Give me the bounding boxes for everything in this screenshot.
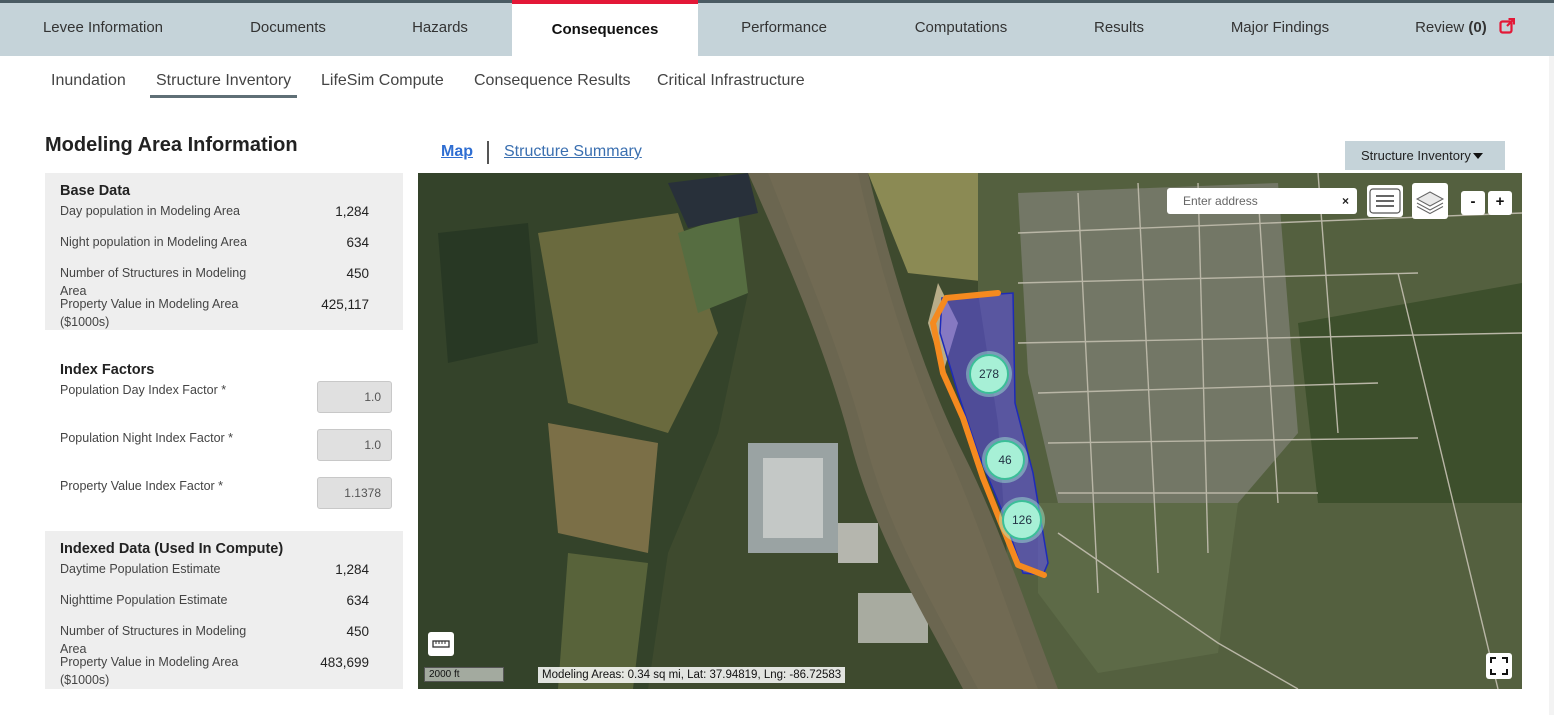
page-scrollbar[interactable]: [1549, 56, 1554, 715]
tab-performance[interactable]: Performance: [722, 3, 846, 56]
fullscreen-button[interactable]: [1486, 653, 1512, 679]
basemap-layers-button[interactable]: [1412, 183, 1448, 219]
indexed-structures-value: 450: [346, 624, 369, 639]
review-count: (0): [1468, 19, 1487, 36]
zoom-out-button[interactable]: -: [1461, 191, 1485, 215]
layer-dropdown-label: Structure Inventory: [1361, 148, 1471, 163]
coordinate-readout: Modeling Areas: 0.34 sq mi, Lat: 37.9481…: [538, 667, 846, 683]
tab-computations[interactable]: Computations: [895, 3, 1027, 56]
map-tab[interactable]: Map: [441, 143, 473, 161]
base-night-population-label: Night population in Modeling Area: [60, 235, 247, 249]
indexed-data-card: Indexed Data (Used In Compute) Daytime P…: [45, 531, 403, 689]
index-factors-card: Index Factors Population Day Index Facto…: [45, 352, 403, 522]
day-index-factor-label: Population Day Index Factor *: [60, 383, 227, 397]
clear-address-icon[interactable]: ×: [1342, 188, 1349, 214]
base-property-value-label: Property Value in Modeling Area ($1000s): [60, 297, 239, 329]
tab-review[interactable]: Review (0): [1400, 3, 1530, 56]
property-index-factor-label: Property Value Index Factor *: [60, 479, 224, 493]
base-day-population-label: Day population in Modeling Area: [60, 204, 240, 218]
tab-divider: [487, 141, 489, 164]
structure-cluster-marker[interactable]: 126: [1002, 500, 1042, 540]
indexed-night-population-value: 634: [346, 593, 369, 608]
day-index-factor-input[interactable]: 1.0: [317, 381, 392, 413]
indexed-property-value-label: Property Value in Modeling Area ($1000s): [60, 655, 239, 687]
satellite-imagery: [418, 173, 1522, 689]
ruler-icon: [432, 640, 450, 648]
tab-documents[interactable]: Documents: [218, 3, 358, 56]
review-label: Review: [1415, 19, 1465, 36]
layers-icon: [1415, 191, 1445, 215]
base-data-card: Base Data Day population in Modeling Are…: [45, 173, 403, 330]
base-structures-value: 450: [346, 266, 369, 281]
night-index-factor-input[interactable]: 1.0: [317, 429, 392, 461]
tab-results[interactable]: Results: [1080, 3, 1158, 56]
map-view[interactable]: Enter address × - + 278 46 126 2000 ft M…: [418, 173, 1522, 689]
structure-summary-tab[interactable]: Structure Summary: [504, 143, 642, 161]
night-index-factor-label: Population Night Index Factor *: [60, 431, 234, 445]
list-icon: [1369, 188, 1401, 214]
property-index-factor-input[interactable]: 1.1378: [317, 477, 392, 509]
indexed-data-title: Indexed Data (Used In Compute): [60, 541, 284, 557]
layer-dropdown[interactable]: Structure Inventory: [1345, 141, 1505, 170]
indexed-night-population-label: Nighttime Population Estimate: [60, 593, 228, 607]
address-search-input[interactable]: Enter address ×: [1167, 188, 1357, 214]
subtab-critical-infrastructure[interactable]: Critical Infrastructure: [657, 72, 805, 98]
structure-cluster-marker[interactable]: 46: [985, 440, 1025, 480]
subtab-lifesim-compute[interactable]: LifeSim Compute: [321, 72, 444, 98]
tab-major-findings[interactable]: Major Findings: [1212, 3, 1348, 56]
base-property-value-value: 425,117: [321, 297, 369, 312]
scale-bar: 2000 ft: [424, 667, 504, 682]
zoom-in-button[interactable]: +: [1488, 191, 1512, 215]
external-link-icon[interactable]: [1499, 18, 1515, 34]
measure-tool-button[interactable]: [428, 632, 454, 656]
indexed-day-population-value: 1,284: [335, 562, 369, 577]
subtab-structure-inventory[interactable]: Structure Inventory: [150, 72, 298, 98]
main-nav: Levee Information Documents Hazards Cons…: [0, 0, 1554, 56]
tab-consequences[interactable]: Consequences: [512, 0, 698, 56]
base-day-population-value: 1,284: [335, 204, 369, 219]
indexed-day-population-label: Daytime Population Estimate: [60, 562, 221, 576]
base-night-population-value: 634: [346, 235, 369, 250]
caret-down-icon: [1473, 153, 1483, 159]
address-placeholder: Enter address: [1183, 194, 1258, 208]
structure-cluster-marker[interactable]: 278: [969, 354, 1009, 394]
legend-list-button[interactable]: [1367, 185, 1403, 217]
page-title: Modeling Area Information: [45, 134, 298, 156]
tab-hazards[interactable]: Hazards: [380, 3, 500, 56]
fullscreen-icon: [1490, 657, 1508, 675]
indexed-property-value-value: 483,699: [320, 655, 369, 670]
base-data-title: Base Data: [60, 183, 131, 199]
index-factors-title: Index Factors: [60, 362, 155, 378]
subtab-consequence-results[interactable]: Consequence Results: [474, 72, 631, 98]
tab-levee-information[interactable]: Levee Information: [18, 3, 188, 56]
subtab-inundation[interactable]: Inundation: [51, 72, 126, 98]
